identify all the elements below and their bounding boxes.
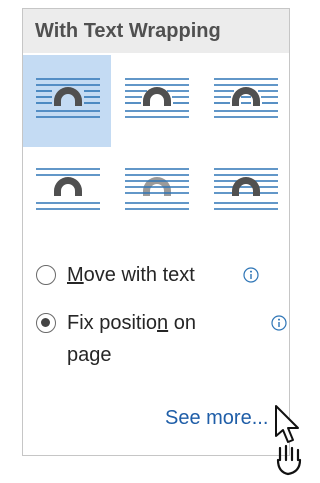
fix-position-radio[interactable] bbox=[36, 313, 56, 333]
wrap-square-icon bbox=[36, 78, 100, 118]
move-with-text-option[interactable]: Move with text bbox=[23, 259, 289, 291]
move-with-text-label: Move with text bbox=[67, 259, 195, 291]
section-header: With Text Wrapping bbox=[23, 9, 289, 53]
wrap-top-bottom-option[interactable] bbox=[23, 149, 111, 241]
fix-label-rest: on bbox=[168, 312, 196, 334]
wrap-in-front-option[interactable] bbox=[201, 149, 289, 241]
wrap-through-option[interactable] bbox=[201, 55, 289, 147]
info-icon[interactable] bbox=[243, 267, 259, 283]
info-icon[interactable] bbox=[271, 315, 287, 331]
wrap-square-option[interactable] bbox=[23, 55, 111, 147]
wrap-top-bottom-icon bbox=[36, 168, 100, 210]
move-with-text-radio[interactable] bbox=[36, 265, 56, 285]
wrap-behind-text-icon bbox=[125, 168, 189, 210]
wrap-through-icon bbox=[214, 78, 278, 118]
fix-position-option[interactable]: Fix position on page bbox=[23, 307, 289, 377]
move-label-rest: ove with text bbox=[83, 264, 195, 286]
move-mnemonic: M bbox=[67, 264, 84, 286]
wrap-behind-text-option[interactable] bbox=[112, 149, 200, 241]
fix-label-start: Fix positio bbox=[67, 312, 158, 334]
fix-position-label-line2: page bbox=[67, 344, 112, 366]
text-wrapping-panel: With Text Wrapping Move with text Fix po… bbox=[22, 8, 290, 456]
fix-mnemonic: n bbox=[157, 312, 169, 334]
radio-selected-dot bbox=[41, 318, 50, 327]
wrap-tight-icon bbox=[125, 78, 189, 118]
fix-position-label: Fix position on bbox=[67, 307, 196, 339]
wrap-tight-option[interactable] bbox=[112, 55, 200, 147]
see-more-link[interactable]: See more... bbox=[165, 407, 268, 430]
hand-cursor-icon bbox=[275, 405, 302, 476]
wrap-in-front-icon bbox=[214, 168, 278, 210]
